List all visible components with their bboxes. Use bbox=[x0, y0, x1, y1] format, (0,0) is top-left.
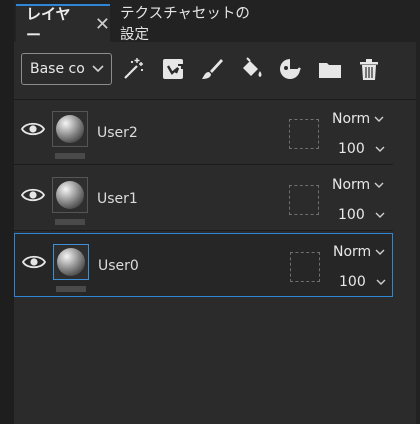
tab-texture-set-settings[interactable]: テクスチャセットの設定 bbox=[110, 4, 264, 43]
layer-row[interactable]: User1 Norm 100 bbox=[14, 167, 393, 231]
blend-mode-select[interactable]: Norm bbox=[333, 244, 385, 260]
channel-select[interactable]: Base co bbox=[21, 53, 112, 85]
mask-slot[interactable] bbox=[289, 119, 319, 149]
layer-row-selected[interactable]: User0 Norm 100 bbox=[14, 233, 393, 297]
layer-name[interactable]: User2 bbox=[97, 125, 138, 141]
blend-mode-select[interactable]: Norm bbox=[332, 111, 384, 127]
folder-icon[interactable] bbox=[317, 56, 343, 82]
chevron-down-icon bbox=[375, 146, 385, 152]
material-sphere-preview bbox=[57, 248, 85, 276]
blend-mode-select[interactable]: Norm bbox=[332, 177, 384, 193]
magic-wand-icon[interactable] bbox=[120, 56, 146, 82]
tab-layers-label: レイヤー bbox=[26, 5, 71, 44]
chevron-down-icon bbox=[375, 249, 385, 255]
opacity-select[interactable]: 100 bbox=[338, 207, 385, 223]
left-panel-edge bbox=[0, 0, 14, 424]
opacity-select[interactable]: 100 bbox=[338, 141, 385, 157]
layer-mask-bar bbox=[55, 219, 85, 225]
eye-icon[interactable] bbox=[20, 119, 46, 139]
layer-row[interactable]: User2 Norm 100 bbox=[14, 101, 393, 165]
tab-bar: レイヤー ✕ テクスチャセットの設定 bbox=[14, 0, 416, 44]
chevron-down-icon bbox=[374, 116, 384, 122]
scrollbar-track[interactable] bbox=[416, 0, 420, 424]
layer-name[interactable]: User1 bbox=[97, 191, 138, 207]
close-icon[interactable]: ✕ bbox=[95, 14, 110, 35]
chevron-down-icon bbox=[92, 65, 104, 73]
eye-icon[interactable] bbox=[21, 252, 47, 272]
opacity-value: 100 bbox=[338, 207, 365, 223]
blend-mode-value: Norm bbox=[332, 111, 371, 127]
fill-layer-icon[interactable] bbox=[160, 56, 186, 82]
chevron-down-icon bbox=[374, 182, 384, 188]
smart-material-icon[interactable] bbox=[277, 56, 303, 82]
trash-icon[interactable] bbox=[356, 56, 382, 82]
fill-bucket-icon[interactable] bbox=[239, 56, 265, 82]
paint-brush-icon[interactable] bbox=[199, 56, 225, 82]
channel-select-value: Base co bbox=[30, 61, 85, 77]
layers-toolbar: Base co bbox=[14, 42, 416, 100]
mask-slot[interactable] bbox=[290, 252, 320, 282]
layer-thumbnail[interactable] bbox=[52, 177, 88, 213]
layer-mask-bar bbox=[55, 153, 85, 159]
blend-mode-value: Norm bbox=[333, 244, 372, 260]
mask-slot[interactable] bbox=[289, 185, 319, 215]
layer-thumbnail[interactable] bbox=[53, 244, 89, 280]
layer-name[interactable]: User0 bbox=[98, 258, 139, 274]
material-sphere-preview bbox=[56, 115, 84, 143]
blend-mode-value: Norm bbox=[332, 177, 371, 193]
opacity-value: 100 bbox=[338, 141, 365, 157]
layer-thumbnail[interactable] bbox=[52, 111, 88, 147]
chevron-down-icon bbox=[376, 279, 386, 285]
layer-mask-bar bbox=[56, 286, 86, 292]
chevron-down-icon bbox=[375, 212, 385, 218]
material-sphere-preview bbox=[56, 181, 84, 209]
eye-icon[interactable] bbox=[20, 185, 46, 205]
tab-texture-set-settings-label: テクスチャセットの設定 bbox=[120, 6, 250, 43]
opacity-select[interactable]: 100 bbox=[339, 274, 386, 290]
layers-panel: レイヤー ✕ テクスチャセットの設定 Base co User2 Norm 10… bbox=[0, 0, 420, 424]
tab-layers[interactable]: レイヤー ✕ bbox=[16, 4, 110, 44]
opacity-value: 100 bbox=[339, 274, 366, 290]
